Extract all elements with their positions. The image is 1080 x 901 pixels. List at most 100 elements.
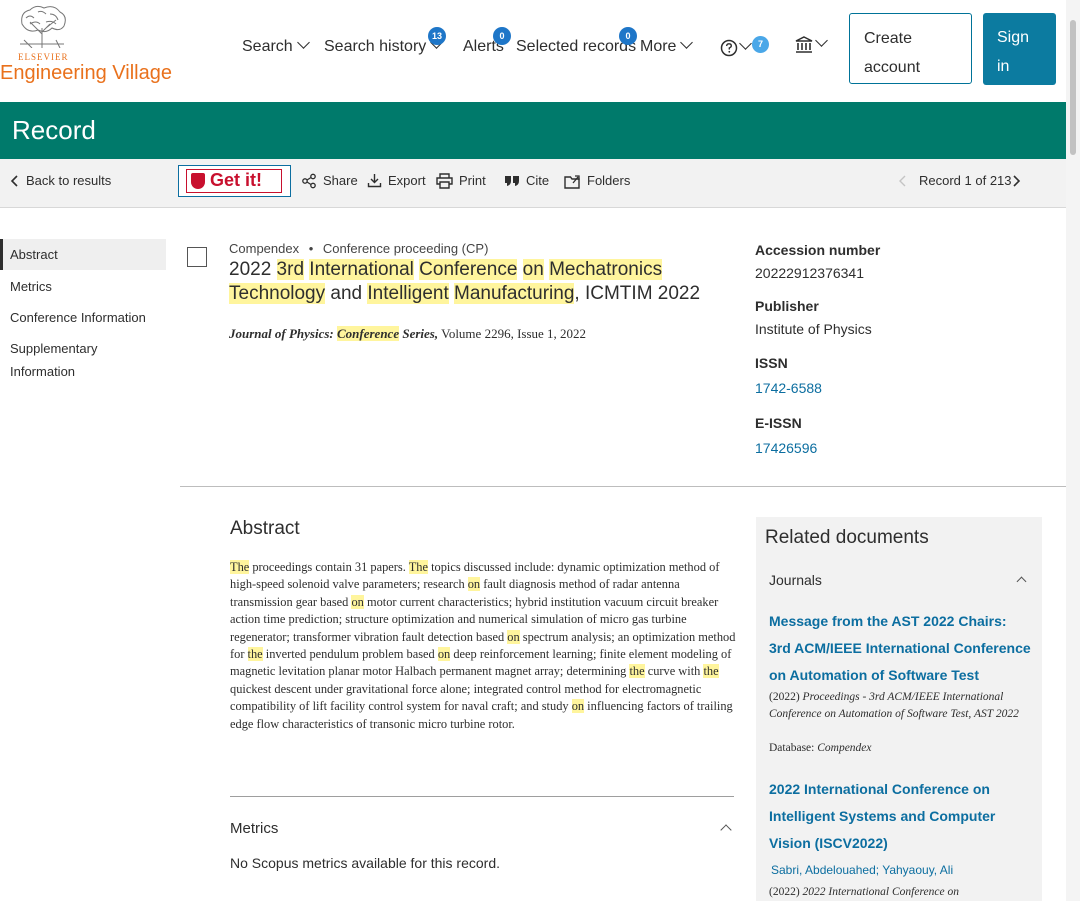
- abstract-heading: Abstract: [230, 518, 300, 539]
- chevron-left-icon: [899, 175, 906, 187]
- nav-selected-records-label: Selected records: [516, 38, 637, 55]
- related-item-title[interactable]: 2022 International Conference on Intelli…: [769, 776, 1031, 857]
- left-nav-metrics[interactable]: Metrics: [0, 275, 166, 298]
- related-item-title[interactable]: Message from the AST 2022 Chairs: 3rd AC…: [769, 608, 1031, 689]
- print-icon: [436, 172, 453, 189]
- nav-more-label: More: [640, 38, 677, 55]
- abstract-highlight: on: [507, 629, 520, 644]
- eissn-link[interactable]: 17426596: [755, 440, 817, 456]
- create-account-button[interactable]: Create account: [849, 13, 972, 84]
- share-label: Share: [323, 173, 358, 188]
- related-item-authors[interactable]: Sabri, Abdelouahed; Yahyaouy, Ali: [771, 863, 953, 877]
- related-documents-panel: Related documents Journals Message from …: [756, 517, 1042, 901]
- elsevier-wordmark: ELSEVIER: [18, 52, 69, 62]
- publisher-label: Publisher: [755, 298, 819, 314]
- share-button[interactable]: Share: [301, 173, 358, 190]
- export-button[interactable]: Export: [367, 173, 426, 189]
- nav-help[interactable]: [720, 37, 752, 57]
- page-title: Record: [12, 115, 96, 145]
- abstract-text-run: proceedings contain 31 papers.: [249, 560, 409, 574]
- download-icon: [367, 174, 382, 188]
- abstract-highlight: The: [230, 560, 250, 574]
- title-highlight: Manufacturing: [454, 283, 575, 304]
- left-nav-abstract[interactable]: Abstract: [0, 239, 166, 270]
- title-text-run: 2022: [229, 259, 277, 280]
- issn-link[interactable]: 1742-6588: [755, 380, 822, 396]
- previous-record-button[interactable]: [898, 173, 914, 188]
- journal-name-highlight: Conference: [336, 326, 400, 341]
- chevron-down-icon: [680, 36, 694, 49]
- record-toolbar: Back to results Get it! Share Export Pri…: [0, 159, 1066, 208]
- nav-search-history-label: Search history: [324, 38, 427, 55]
- cite-label: Cite: [526, 173, 550, 188]
- chevron-up-icon[interactable]: [1016, 576, 1027, 587]
- title-highlight: Intelligent: [367, 283, 449, 304]
- related-item-database-name: Compendex: [817, 742, 872, 754]
- help-icon: [720, 39, 738, 57]
- select-record-checkbox[interactable]: [187, 247, 207, 267]
- institution-icon: [795, 36, 813, 53]
- chevron-down-icon: [296, 36, 310, 49]
- left-nav-supplementary-information[interactable]: Supplementary Information: [0, 337, 120, 383]
- export-label: Export: [388, 173, 426, 188]
- next-record-button[interactable]: [1011, 173, 1027, 188]
- related-item-year: (2022): [769, 886, 803, 898]
- accession-number-label: Accession number: [755, 242, 881, 258]
- left-nav-conference-information[interactable]: Conference Information: [0, 306, 166, 329]
- chevron-left-icon: [10, 174, 18, 187]
- chevron-up-icon[interactable]: [720, 824, 732, 836]
- get-it-button[interactable]: Get it!: [178, 165, 291, 197]
- related-item-database: Database: Compendex: [769, 742, 872, 754]
- journal-name-suffix: Series,: [399, 326, 439, 341]
- related-item-source-title: 2022 International Conference on: [802, 886, 959, 898]
- related-item-source-title: Proceedings - 3rd ACM/IEEE International…: [769, 691, 1019, 721]
- title-highlight: Conference: [419, 259, 518, 280]
- page-scrollbar[interactable]: [1066, 0, 1080, 901]
- help-count-badge: 7: [752, 36, 769, 53]
- title-highlight: Technology: [229, 283, 326, 304]
- share-icon: [302, 173, 316, 188]
- print-label: Print: [459, 173, 486, 188]
- title-highlight: International: [309, 259, 414, 280]
- abstract-divider: [230, 796, 734, 797]
- nav-search-history[interactable]: Search history: [324, 36, 444, 56]
- elsevier-tree-icon: [16, 4, 68, 48]
- abstract-highlight: the: [247, 647, 263, 662]
- abstract-highlight: on: [351, 594, 364, 609]
- print-button[interactable]: Print: [436, 172, 486, 190]
- elsevier-logo[interactable]: ELSEVIER Engineering Village: [0, 4, 175, 94]
- chevron-down-icon: [739, 37, 752, 51]
- related-journals-section[interactable]: Journals: [769, 572, 822, 588]
- abstract-highlight: on: [437, 647, 451, 662]
- document-type: Conference proceeding (CP): [322, 241, 489, 256]
- publisher-value: Institute of Physics: [755, 321, 872, 337]
- record-meta: Compendex • Conference proceeding (CP): [229, 241, 488, 256]
- folder-icon: [564, 174, 580, 189]
- back-to-results-link[interactable]: Back to results: [10, 173, 111, 188]
- nav-institution[interactable]: [794, 34, 828, 55]
- quote-icon: [505, 175, 519, 186]
- chevron-right-icon: [1013, 174, 1021, 187]
- folders-button[interactable]: Folders: [564, 173, 630, 190]
- separator-dot: •: [308, 241, 314, 256]
- metrics-heading: Metrics: [230, 820, 279, 837]
- back-to-results-label: Back to results: [26, 173, 112, 188]
- abstract-highlight: on: [467, 577, 481, 592]
- nav-selected-records[interactable]: Selected records: [516, 38, 636, 56]
- cite-button[interactable]: Cite: [504, 173, 549, 189]
- scrollbar-thumb[interactable]: [1070, 20, 1076, 155]
- title-text-run: , ICMTIM 2022: [574, 283, 701, 304]
- metrics-text: No Scopus metrics available for this rec…: [230, 855, 500, 871]
- shield-icon: [191, 173, 205, 189]
- database-name: Compendex: [229, 241, 300, 256]
- nav-more[interactable]: More: [640, 36, 694, 56]
- chevron-down-icon: [815, 34, 828, 48]
- abstract-highlight: the: [703, 664, 719, 679]
- sign-in-button[interactable]: Sign in: [983, 13, 1056, 85]
- related-item-source: (2022) 2022 International Conference on: [769, 884, 1031, 901]
- abstract-highlight: The: [408, 560, 428, 574]
- related-item-source: (2022) Proceedings - 3rd ACM/IEEE Intern…: [769, 689, 1031, 724]
- get-it-label: Get it!: [210, 170, 262, 190]
- nav-search[interactable]: Search: [242, 36, 310, 56]
- journal-info: Journal of Physics: Conference Series, V…: [229, 326, 586, 342]
